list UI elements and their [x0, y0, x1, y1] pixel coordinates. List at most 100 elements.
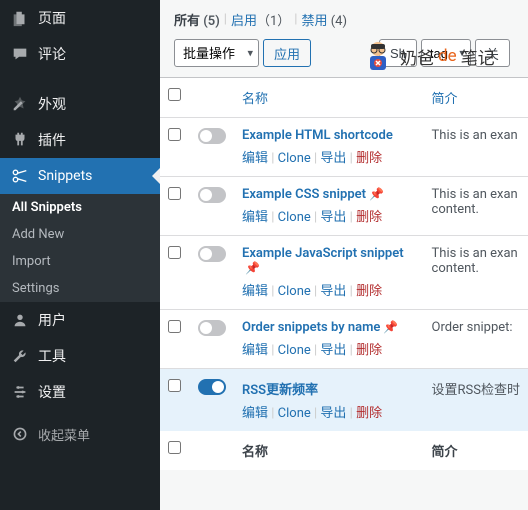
table-row: Example CSS snippet📌 编辑 | Clone | 导出 | 删除…: [160, 177, 528, 236]
menu-label: 评论: [38, 44, 66, 64]
row-checkbox[interactable]: [168, 320, 181, 333]
show-button[interactable]: Sh: [379, 39, 417, 67]
submenu-snippets: All Snippets Add New Import Settings: [0, 194, 160, 302]
collapse-label: 收起菜单: [38, 425, 90, 444]
edit-link[interactable]: 编辑: [242, 151, 268, 166]
menu-snippets[interactable]: Snippets: [0, 158, 160, 194]
row-actions: 编辑 | Clone | 导出 | 删除: [242, 339, 416, 358]
export-link[interactable]: 导出: [320, 284, 346, 299]
pin-icon: 📌: [369, 187, 384, 201]
clone-link[interactable]: Clone: [278, 210, 311, 225]
column-name[interactable]: 名称: [234, 78, 424, 118]
export-link[interactable]: 导出: [320, 343, 346, 358]
menu-label: 工具: [38, 346, 66, 366]
snippet-title[interactable]: Example CSS snippet: [242, 187, 366, 202]
snippet-desc: This is an exancontent.: [424, 177, 528, 236]
edit-link[interactable]: 编辑: [242, 406, 268, 421]
submenu-all-snippets[interactable]: All Snippets: [0, 194, 160, 221]
clone-link[interactable]: Clone: [278, 284, 311, 299]
select-all-checkbox-foot[interactable]: [168, 441, 181, 454]
tags-select[interactable]: tag: [421, 39, 471, 67]
table-row: Order snippets by name📌 编辑 | Clone | 导出 |…: [160, 310, 528, 369]
snippet-title[interactable]: Example HTML shortcode: [242, 128, 393, 143]
submenu-add-new[interactable]: Add New: [0, 221, 160, 248]
row-checkbox[interactable]: [168, 379, 181, 392]
export-link[interactable]: 导出: [320, 210, 346, 225]
delete-link[interactable]: 删除: [356, 151, 382, 166]
table-row: Example HTML shortcode 编辑 | Clone | 导出 | …: [160, 118, 528, 177]
menu-appearance[interactable]: 外观: [0, 86, 160, 122]
filter-enabled[interactable]: 启用（1）: [231, 10, 290, 29]
snippet-title[interactable]: RSS更新频率: [242, 383, 318, 398]
main-content: 所有 (5) | 启用（1） | 禁用 (4) 批量操作 应用 Sh tag 关: [160, 0, 528, 510]
export-link[interactable]: 导出: [320, 151, 346, 166]
bulk-actions-bar: 批量操作 应用 Sh tag 关: [160, 33, 528, 77]
comments-icon: [10, 44, 30, 64]
settings-icon: [10, 382, 30, 402]
column-name-foot[interactable]: 名称: [234, 431, 424, 470]
toggle-switch[interactable]: [198, 246, 226, 262]
menu-tools[interactable]: 工具: [0, 338, 160, 374]
clone-link[interactable]: Clone: [278, 406, 311, 421]
bulk-apply-button[interactable]: 应用: [263, 39, 311, 67]
select-all-checkbox[interactable]: [168, 88, 181, 101]
toggle-switch[interactable]: [198, 187, 226, 203]
export-link[interactable]: 导出: [320, 406, 346, 421]
row-checkbox[interactable]: [168, 187, 181, 200]
snippets-icon: [10, 166, 30, 186]
table-row: RSS更新频率编辑 | Clone | 导出 | 删除设置RSS检查时: [160, 369, 528, 432]
snippet-title[interactable]: Order snippets by name: [242, 320, 380, 335]
snippets-table: 名称 简介 Example HTML shortcode 编辑 | Clone |…: [160, 77, 528, 470]
toggle-switch[interactable]: [198, 320, 226, 336]
row-actions: 编辑 | Clone | 导出 | 删除: [242, 402, 416, 421]
row-actions: 编辑 | Clone | 导出 | 删除: [242, 206, 416, 225]
row-checkbox[interactable]: [168, 128, 181, 141]
menu-users[interactable]: 用户: [0, 302, 160, 338]
column-desc[interactable]: 简介: [424, 78, 528, 118]
menu-label: 设置: [38, 382, 66, 402]
status-filters: 所有 (5) | 启用（1） | 禁用 (4): [160, 0, 528, 33]
appearance-icon: [10, 94, 30, 114]
menu-label: 页面: [38, 8, 66, 28]
clone-link[interactable]: Clone: [278, 151, 311, 166]
menu-label: 用户: [38, 310, 66, 330]
menu-pages[interactable]: 页面: [0, 0, 160, 36]
filter-all[interactable]: 所有 (5): [174, 10, 220, 29]
toggle-switch[interactable]: [198, 379, 226, 395]
menu-comments[interactable]: 评论: [0, 36, 160, 72]
edit-link[interactable]: 编辑: [242, 210, 268, 225]
pin-icon: 📌: [383, 320, 398, 334]
toggle-switch[interactable]: [198, 128, 226, 144]
submenu-import[interactable]: Import: [0, 248, 160, 275]
delete-link[interactable]: 删除: [356, 343, 382, 358]
snippet-desc: This is an exancontent.: [424, 236, 528, 310]
edit-link[interactable]: 编辑: [242, 284, 268, 299]
bulk-action-select[interactable]: 批量操作: [174, 39, 259, 67]
snippet-desc: Order snippet:: [424, 310, 528, 369]
users-icon: [10, 310, 30, 330]
filter-disabled[interactable]: 禁用 (4): [301, 10, 347, 29]
snippet-desc: This is an exan: [424, 118, 528, 177]
admin-sidebar: 页面 评论 外观 插件 Snippets All Snippets Add Ne…: [0, 0, 160, 510]
delete-link[interactable]: 删除: [356, 210, 382, 225]
row-actions: 编辑 | Clone | 导出 | 删除: [242, 280, 416, 299]
filter-button[interactable]: 关: [475, 39, 510, 67]
column-desc-foot[interactable]: 简介: [424, 431, 528, 470]
pin-icon: 📌: [245, 261, 260, 275]
delete-link[interactable]: 删除: [356, 406, 382, 421]
menu-plugins[interactable]: 插件: [0, 122, 160, 158]
pages-icon: [10, 8, 30, 28]
edit-link[interactable]: 编辑: [242, 343, 268, 358]
plugins-icon: [10, 130, 30, 150]
submenu-settings[interactable]: Settings: [0, 275, 160, 302]
clone-link[interactable]: Clone: [278, 343, 311, 358]
table-row: Example JavaScript snippet📌 编辑 | Clone | …: [160, 236, 528, 310]
snippet-desc: 设置RSS检查时: [424, 369, 528, 432]
snippet-title[interactable]: Example JavaScript snippet: [242, 246, 404, 261]
delete-link[interactable]: 删除: [356, 284, 382, 299]
collapse-menu[interactable]: 收起菜单: [0, 416, 160, 452]
menu-label: 插件: [38, 130, 66, 150]
menu-settings[interactable]: 设置: [0, 374, 160, 410]
row-actions: 编辑 | Clone | 导出 | 删除: [242, 147, 416, 166]
row-checkbox[interactable]: [168, 246, 181, 259]
